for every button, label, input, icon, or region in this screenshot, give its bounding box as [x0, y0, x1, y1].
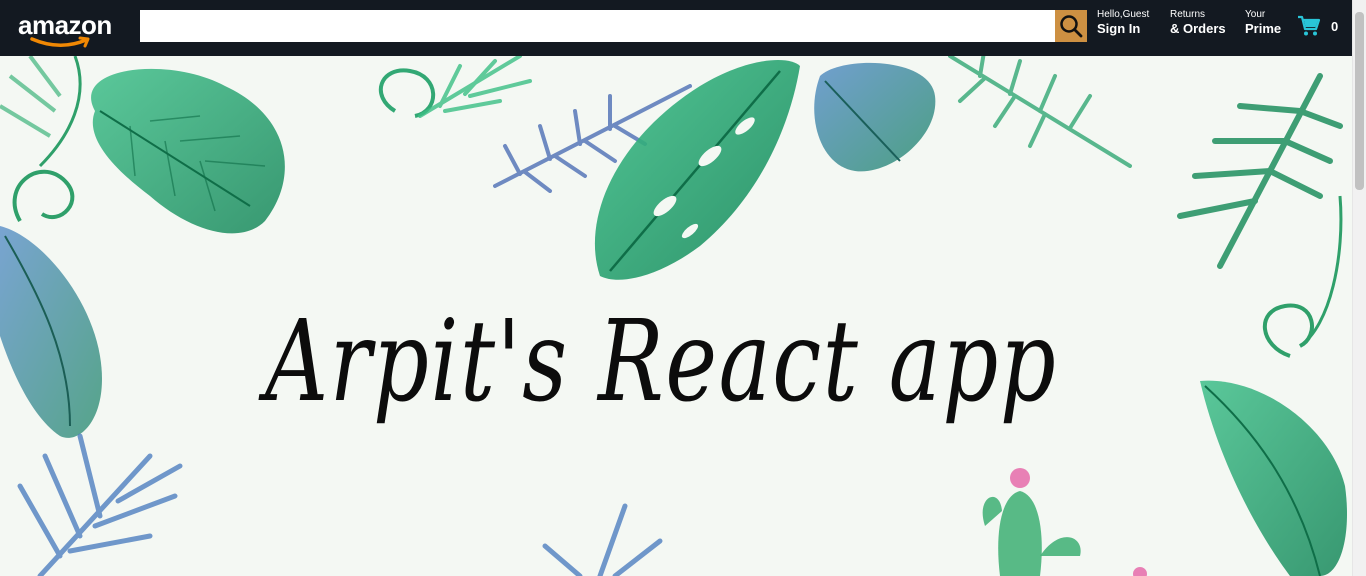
- search-input[interactable]: [140, 10, 1055, 42]
- shopping-cart-icon: [1298, 15, 1321, 36]
- search-icon: [1060, 15, 1083, 38]
- search-bar: [140, 10, 1087, 42]
- sign-in-label: Sign In: [1097, 21, 1141, 36]
- hero-title: Arpit's React app: [265, 297, 1058, 427]
- your-prime[interactable]: Your Prime: [1245, 9, 1282, 36]
- returns-orders[interactable]: Returns & Orders: [1170, 9, 1226, 36]
- basket-count: 0: [1331, 18, 1339, 34]
- hero-banner: Arpit's React app: [0, 56, 1352, 576]
- scrollbar-thumb[interactable]: [1355, 12, 1364, 190]
- page-scrollbar[interactable]: [1352, 0, 1366, 576]
- prime-label: Prime: [1245, 21, 1282, 36]
- search-button[interactable]: [1055, 10, 1087, 42]
- logo-smile-icon: [30, 36, 90, 48]
- account-greeting: Hello,Guest: [1097, 9, 1150, 20]
- basket-button[interactable]: 0: [1297, 15, 1338, 37]
- amazon-logo[interactable]: amazon: [18, 10, 122, 48]
- your-label: Your: [1245, 9, 1266, 20]
- top-nav-bar: amazon Hello,Guest Sign In Returns & Ord…: [0, 0, 1352, 56]
- account-sign-in[interactable]: Hello,Guest Sign In: [1097, 9, 1150, 36]
- returns-label: Returns: [1170, 9, 1206, 20]
- orders-label: & Orders: [1170, 21, 1226, 36]
